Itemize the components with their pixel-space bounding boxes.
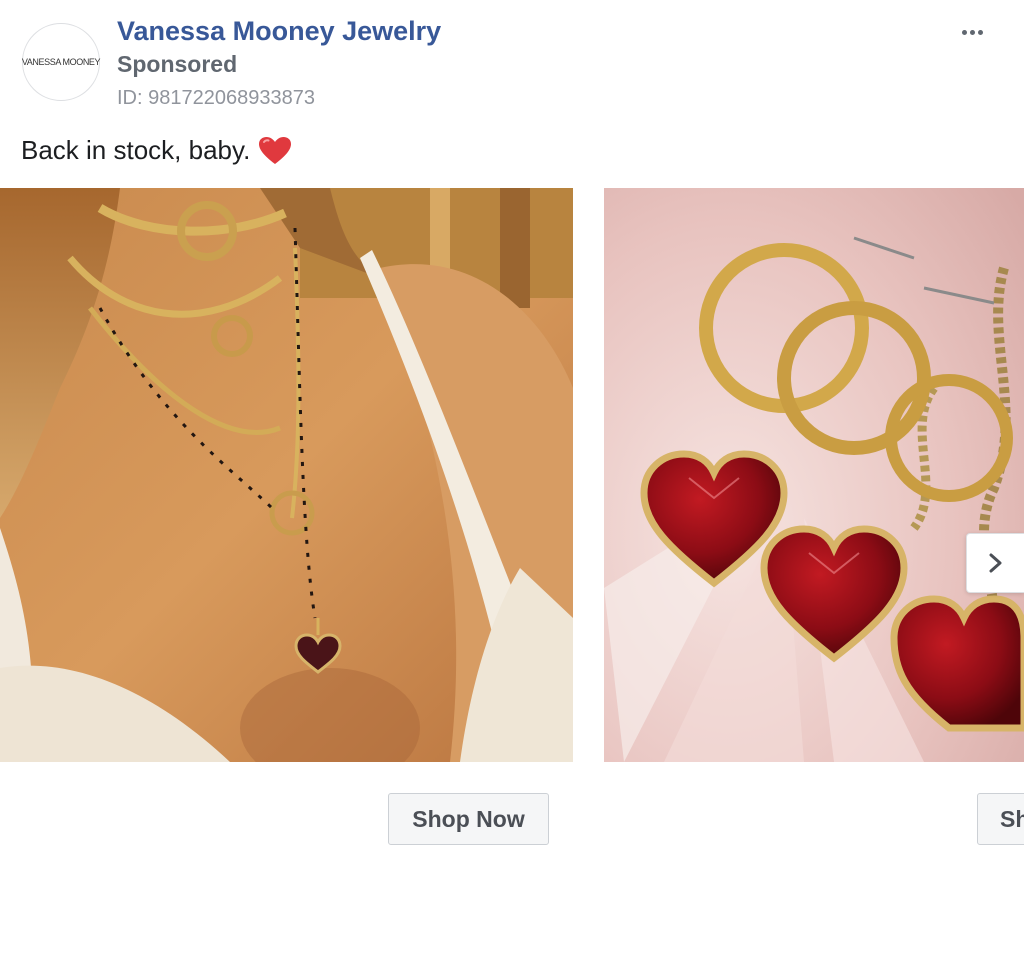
red-heart-icon — [259, 136, 292, 164]
shop-now-button-1[interactable]: Shop Now — [388, 793, 549, 845]
page-name-link[interactable]: Vanessa Mooney Jewelry — [117, 16, 441, 47]
heart-earrings-photo — [604, 188, 1024, 762]
page-avatar[interactable]: VANESSA MOONEY — [21, 23, 101, 101]
carousel-card-1-image[interactable] — [0, 188, 573, 762]
necklace-photo — [0, 188, 573, 762]
more-options-icon[interactable] — [955, 18, 989, 46]
post-message: Back in stock, baby. — [21, 135, 292, 166]
carousel-next-button[interactable] — [966, 533, 1024, 593]
ad-id-label: ID: 981722068933873 — [117, 87, 315, 109]
carousel-card-2-image[interactable] — [604, 188, 1024, 762]
chevron-right-icon — [989, 553, 1001, 573]
avatar-logo-text: VANESSA MOONEY — [21, 57, 101, 67]
post-message-text: Back in stock, baby. — [21, 135, 251, 165]
sponsored-label: Sponsored — [117, 51, 238, 77]
shop-now-button-2[interactable]: Shop Now — [977, 793, 1024, 845]
